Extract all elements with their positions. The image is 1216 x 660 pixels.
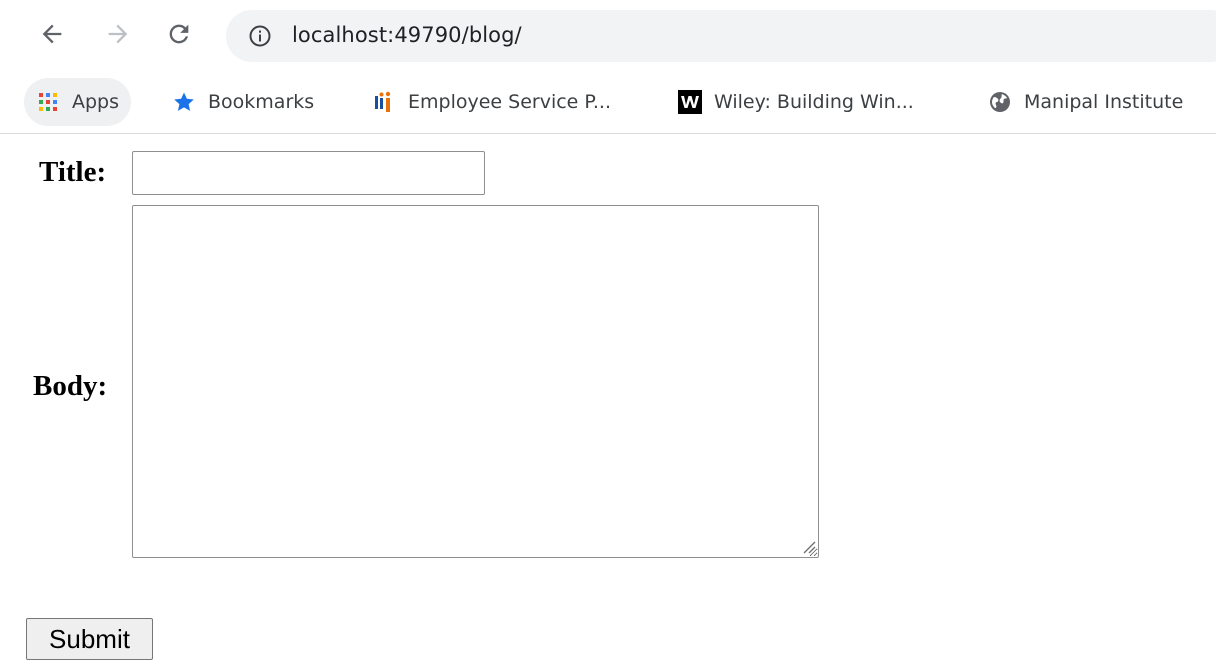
- wiley-w-icon: [678, 90, 702, 114]
- browser-toolbar: localhost:49790/blog/: [0, 0, 1216, 70]
- star-icon: [172, 90, 196, 114]
- forward-button[interactable]: [100, 16, 136, 52]
- bookmark-label: Apps: [72, 91, 120, 113]
- submit-button[interactable]: Submit: [26, 618, 153, 660]
- body-textarea[interactable]: [132, 205, 819, 558]
- reload-icon: [169, 24, 189, 44]
- arrow-right-icon: [108, 24, 128, 44]
- bookmark-label: Employee Service P...: [408, 91, 612, 113]
- info-circle-icon[interactable]: [248, 24, 272, 48]
- bookmark-bookmarks[interactable]: Bookmarks: [172, 78, 314, 126]
- bookmark-label: Bookmarks: [208, 91, 315, 113]
- back-button[interactable]: [34, 16, 70, 52]
- apps-grid-icon: [36, 90, 60, 114]
- bookmark-manipal[interactable]: Manipal Institute: [988, 78, 1183, 126]
- reload-button[interactable]: [161, 16, 197, 52]
- title-label: Title:: [39, 156, 107, 188]
- bookmarks-bar: Apps Bookmarks Employee Service P... Wil…: [0, 70, 1216, 134]
- globe-icon: [988, 90, 1012, 114]
- title-input[interactable]: [132, 151, 485, 195]
- employee-service-icon: [372, 90, 396, 114]
- address-bar[interactable]: localhost:49790/blog/: [226, 10, 1216, 62]
- bookmark-label: Wiley: Building Win...: [714, 91, 914, 113]
- bookmark-wiley[interactable]: Wiley: Building Win...: [678, 78, 914, 126]
- bookmark-apps[interactable]: Apps: [24, 78, 132, 126]
- bookmark-label: Manipal Institute: [1024, 91, 1184, 113]
- arrow-left-icon: [42, 24, 62, 44]
- body-label: Body:: [33, 370, 108, 402]
- url-text[interactable]: localhost:49790/blog/: [292, 23, 522, 47]
- bookmark-employee-service[interactable]: Employee Service P...: [372, 78, 611, 126]
